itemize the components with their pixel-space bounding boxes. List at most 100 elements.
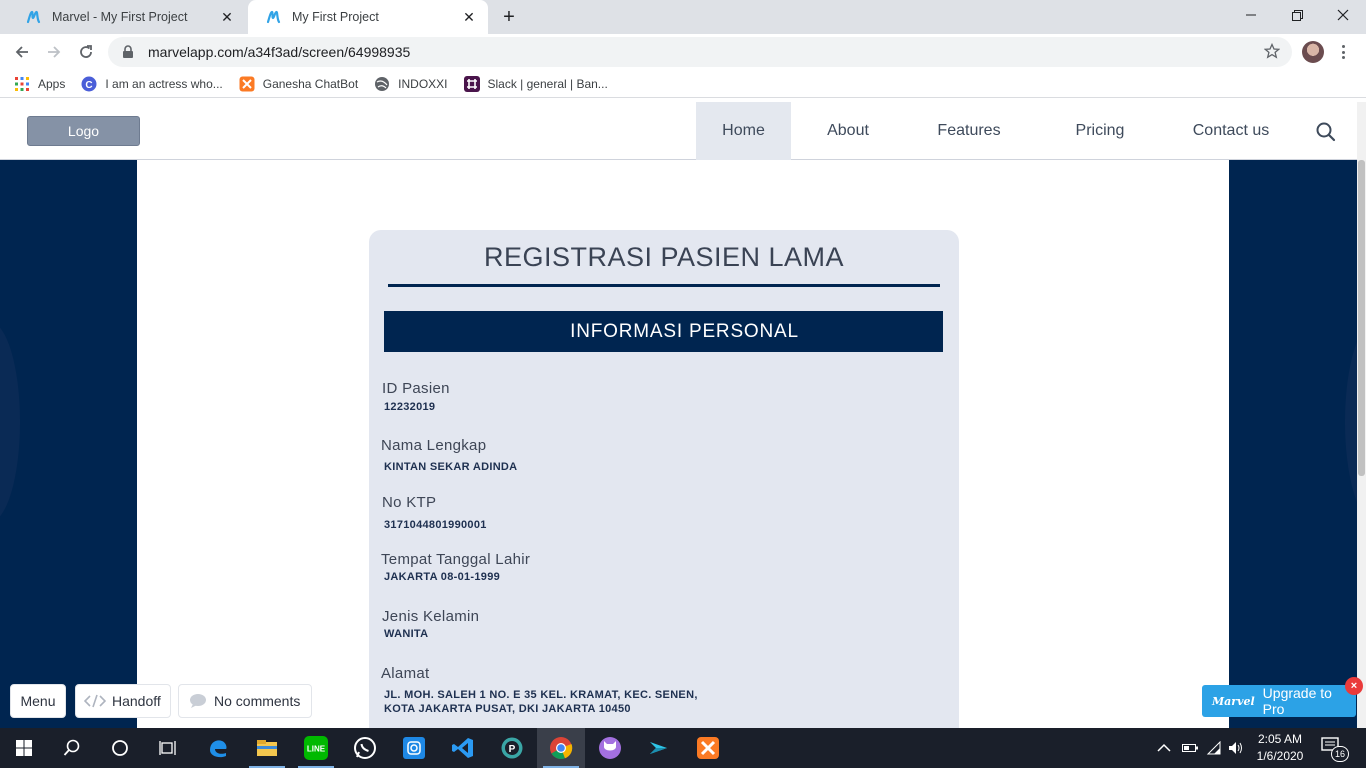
windows-taskbar: LINE P 2:05 AM 1/6/2020 bbox=[0, 728, 1366, 768]
close-window-icon[interactable] bbox=[1320, 0, 1366, 30]
bookmark-apps[interactable]: Apps bbox=[14, 76, 65, 92]
field-label-address: Alamat bbox=[381, 665, 430, 682]
pycharm-icon[interactable]: P bbox=[488, 728, 536, 768]
browser-tab[interactable]: Marvel - My First Project ✕ bbox=[8, 0, 246, 34]
browser-tab-active[interactable]: My First Project ✕ bbox=[248, 0, 488, 34]
bookmark-label: Ganesha ChatBot bbox=[262, 76, 359, 91]
task-view-icon[interactable] bbox=[144, 728, 192, 768]
marvel-favicon-icon bbox=[266, 9, 282, 25]
reload-icon[interactable] bbox=[72, 38, 100, 66]
section-header: INFORMASI PERSONAL bbox=[384, 311, 943, 352]
field-value-name: KINTAN SEKAR ADINDA bbox=[384, 461, 518, 473]
nav-home[interactable]: Home bbox=[696, 102, 791, 160]
show-hidden-icons-icon[interactable] bbox=[1157, 728, 1171, 768]
restore-window-icon[interactable] bbox=[1274, 0, 1320, 30]
forward-arrow-icon[interactable] bbox=[40, 38, 68, 66]
form-title: REGISTRASI PASIEN LAMA bbox=[483, 242, 845, 272]
logo-button[interactable]: Logo bbox=[27, 116, 140, 146]
browser-menu-icon[interactable] bbox=[1336, 43, 1350, 61]
menu-label: Menu bbox=[20, 693, 56, 709]
tab-close-icon[interactable]: ✕ bbox=[460, 8, 478, 26]
back-arrow-icon[interactable] bbox=[8, 38, 36, 66]
clock-date: 1/6/2020 bbox=[1256, 749, 1304, 763]
lock-icon bbox=[122, 45, 136, 59]
tab-title: Marvel - My First Project bbox=[52, 10, 188, 24]
next-screen-handle[interactable] bbox=[1345, 322, 1357, 522]
field-label-birth: Tempat Tanggal Lahir bbox=[381, 551, 531, 568]
battery-icon[interactable] bbox=[1182, 728, 1198, 768]
tab-title: My First Project bbox=[292, 10, 379, 24]
comment-bubble-icon bbox=[188, 693, 208, 709]
file-explorer-icon[interactable] bbox=[243, 728, 291, 768]
page-scrollbar[interactable] bbox=[1357, 102, 1366, 728]
cortana-icon[interactable] bbox=[96, 728, 144, 768]
field-label-gender: Jenis Kelamin bbox=[382, 608, 480, 625]
bookmark-indoxxi[interactable]: INDOXXI bbox=[374, 76, 448, 92]
c-circle-icon: C bbox=[81, 76, 97, 92]
handoff-label: Handoff bbox=[112, 693, 161, 709]
page-content: REGISTRASI PASIEN LAMA INFORMASI PERSONA… bbox=[137, 160, 1229, 728]
wifi-icon[interactable] bbox=[1206, 728, 1222, 768]
windows-start-icon[interactable] bbox=[0, 728, 48, 768]
svg-text:P: P bbox=[509, 744, 516, 755]
bookmark-actress[interactable]: C I am an actress who... bbox=[81, 76, 223, 92]
new-tab-button[interactable]: + bbox=[498, 6, 520, 28]
field-label-id: ID Pasien bbox=[382, 380, 450, 397]
upgrade-label: Upgrade to Pro bbox=[1262, 685, 1332, 717]
marvel-menu-button[interactable]: Menu bbox=[10, 684, 66, 718]
minimize-window-icon[interactable] bbox=[1228, 0, 1274, 30]
address-bar[interactable]: marvelapp.com/a34f3ad/screen/64998935 bbox=[108, 37, 1292, 67]
browser-toolbar: marvelapp.com/a34f3ad/screen/64998935 bbox=[0, 34, 1366, 70]
sublime-icon[interactable] bbox=[635, 728, 683, 768]
bookmark-star-icon[interactable] bbox=[1263, 42, 1281, 64]
title-divider bbox=[388, 284, 940, 287]
site-header: Logo Home About Features Pricing Contact… bbox=[0, 102, 1357, 160]
nav-about[interactable]: About bbox=[805, 102, 891, 160]
xampp-icon bbox=[239, 76, 255, 92]
svg-text:C: C bbox=[86, 80, 93, 91]
browser-tab-strip: Marvel - My First Project ✕ My First Pro… bbox=[0, 0, 1366, 34]
apps-grid-icon bbox=[14, 76, 30, 92]
comments-button[interactable]: No comments bbox=[178, 684, 312, 718]
marvel-logo: Marvel bbox=[1212, 694, 1255, 708]
whatsapp-icon[interactable] bbox=[341, 728, 389, 768]
handoff-button[interactable]: Handoff bbox=[75, 684, 171, 718]
prev-screen-handle[interactable] bbox=[0, 322, 20, 522]
edge-icon[interactable] bbox=[194, 728, 242, 768]
field-value-gender: WANITA bbox=[384, 628, 429, 640]
nav-features[interactable]: Features bbox=[920, 102, 1018, 160]
profile-avatar[interactable] bbox=[1302, 41, 1324, 63]
nav-pricing[interactable]: Pricing bbox=[1060, 102, 1140, 160]
scrollbar-thumb[interactable] bbox=[1358, 160, 1365, 476]
field-value-address-line1: JL. MOH. SALEH 1 NO. E 35 KEL. KRAMAT, K… bbox=[384, 689, 698, 701]
search-icon[interactable] bbox=[1314, 120, 1338, 144]
registration-card: REGISTRASI PASIEN LAMA INFORMASI PERSONA… bbox=[369, 230, 959, 728]
bookmark-ganesha[interactable]: Ganesha ChatBot bbox=[239, 76, 358, 92]
url-text: marvelapp.com/a34f3ad/screen/64998935 bbox=[148, 44, 411, 60]
tab-close-icon[interactable]: ✕ bbox=[218, 8, 236, 26]
vscode-icon[interactable] bbox=[439, 728, 487, 768]
comments-label: No comments bbox=[214, 693, 301, 709]
globe-icon bbox=[374, 76, 390, 92]
upgrade-to-pro-button[interactable]: Marvel Upgrade to Pro bbox=[1202, 685, 1356, 717]
field-value-id: 12232019 bbox=[384, 401, 436, 413]
slack-icon bbox=[463, 75, 480, 92]
line-app-icon[interactable]: LINE bbox=[292, 728, 340, 768]
taskbar-clock[interactable]: 2:05 AM 1/6/2020 bbox=[1250, 731, 1310, 765]
bookmark-slack[interactable]: Slack | general | Ban... bbox=[463, 75, 608, 92]
svg-text:LINE: LINE bbox=[307, 745, 326, 754]
xampp-icon[interactable] bbox=[684, 728, 732, 768]
instagram-icon[interactable] bbox=[390, 728, 438, 768]
chrome-icon[interactable] bbox=[537, 728, 585, 768]
volume-icon[interactable] bbox=[1228, 728, 1244, 768]
close-upgrade-icon[interactable]: × bbox=[1345, 677, 1363, 695]
field-label-ktp: No KTP bbox=[382, 494, 437, 511]
field-value-birth: JAKARTA 08-01-1999 bbox=[384, 571, 501, 583]
bookmarks-bar: Apps C I am an actress who... Ganesha Ch… bbox=[0, 70, 1366, 98]
nav-contact[interactable]: Contact us bbox=[1180, 102, 1282, 160]
search-icon[interactable] bbox=[48, 728, 96, 768]
bookmark-label: Slack | general | Ban... bbox=[487, 76, 608, 91]
bookmark-label: Apps bbox=[38, 76, 66, 91]
notification-count-badge: 16 bbox=[1331, 746, 1349, 762]
github-desktop-icon[interactable] bbox=[586, 728, 634, 768]
